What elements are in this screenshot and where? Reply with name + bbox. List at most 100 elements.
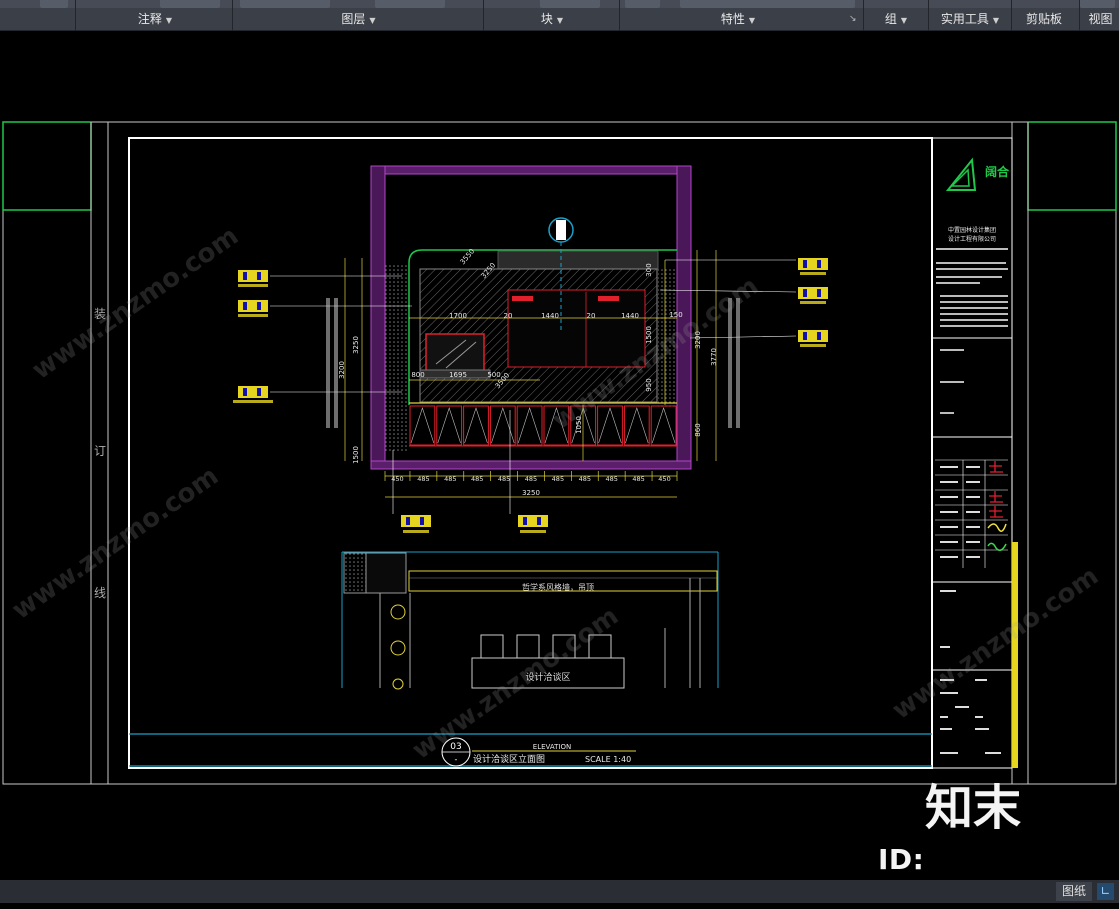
cabinet-swing-line <box>491 407 515 444</box>
cabinet-door <box>623 405 650 446</box>
section-column <box>343 552 367 594</box>
dim-text: 1695 <box>449 371 467 379</box>
company-name-line: 中置园林设计集团 <box>948 226 996 234</box>
drawing-svg: 装 订 线 阔合 中置园林设计集团 设计工程有限公司 03 - ELEVATIO… <box>2 121 1117 785</box>
dim-text: 3200 <box>338 361 346 379</box>
panel-groups-label: 组 <box>884 12 897 26</box>
bottom-dim-label: 485 <box>579 475 591 483</box>
company-name-line: 设计工程有限公司 <box>948 235 996 243</box>
panel-launcher-icon[interactable]: ↘ <box>849 14 857 24</box>
section-light-icon <box>390 640 406 656</box>
stone-texture-left <box>385 263 409 453</box>
dim-text: 1500 <box>352 446 360 464</box>
dim-text: 1440 <box>541 312 559 320</box>
drawing-number-sub: - <box>455 755 458 764</box>
ceiling-band-label: 哲学系风格墙，吊顶 <box>522 582 594 592</box>
signature-mark <box>987 542 1007 551</box>
cabinet-swing-line <box>437 407 461 444</box>
cabinet-door <box>489 405 516 446</box>
signature-marks <box>989 461 1003 518</box>
status-bar: 图纸 ∟ <box>0 880 1119 903</box>
ribbon-tool-stub[interactable] <box>680 0 855 8</box>
signature-mark <box>987 523 1007 532</box>
cabinet-door <box>409 405 436 446</box>
dim-text: 800 <box>411 371 424 379</box>
ribbon-tool-stub[interactable] <box>625 0 660 8</box>
dim-text: 860 <box>694 423 702 436</box>
panel-block-label: 块 <box>540 12 553 26</box>
logo-triangle-icon <box>950 168 970 187</box>
watermark-site: www.znzmo.com <box>7 461 224 626</box>
panel-annotate-label: 注释 <box>137 12 162 26</box>
dim-text: 3770 <box>710 348 718 366</box>
watermark-site: www.znzmo.com <box>887 561 1104 726</box>
drawing-title-cn: 设计洽谈区立面图 <box>473 753 545 765</box>
display-light-strip <box>598 296 619 301</box>
dim-text: 3250 <box>352 336 360 354</box>
ribbon-separator <box>1079 0 1080 30</box>
panel-annotate[interactable]: 注释 ▼ <box>80 9 230 29</box>
bottom-dim-label: 485 <box>552 475 564 483</box>
binding-label: 订 <box>94 444 106 458</box>
snap-grid-icon[interactable]: ∟ <box>1097 883 1114 900</box>
bottom-dim-label: 485 <box>605 475 617 483</box>
ribbon-tool-stub[interactable] <box>540 0 600 8</box>
cabinet-swing-line <box>410 407 435 444</box>
dim-text: 1440 <box>621 312 639 320</box>
panel-view-label: 视图 <box>1088 12 1113 26</box>
dim-text: 950 <box>645 378 653 391</box>
dim-overall-width: 3250 <box>522 489 540 497</box>
dim-text: 20 <box>504 312 513 320</box>
chevron-down-icon: ▼ <box>369 16 376 25</box>
drawing-scale: SCALE 1:40 <box>585 755 631 764</box>
display-light-strip <box>512 296 533 301</box>
ribbon-tools-strip <box>0 0 1119 8</box>
panel-groups[interactable]: 组 ▼ <box>866 9 926 29</box>
bottom-dim-label: 485 <box>632 475 644 483</box>
company-logo: 阔合 <box>945 157 1010 191</box>
bottom-dim-label: 450 <box>658 475 670 483</box>
ribbon-separator <box>483 0 484 30</box>
viewport-frame-right <box>1027 121 1117 211</box>
tv-frame <box>425 333 485 373</box>
panel-layers[interactable]: 图层 ▼ <box>236 9 481 29</box>
panel-properties[interactable]: 特性 ▼ <box>623 9 853 29</box>
cabinet-swing-line <box>517 407 542 444</box>
chevron-down-icon: ▼ <box>748 16 756 25</box>
panel-clipboard-label: 剪贴板 <box>1025 12 1062 26</box>
chevron-down-icon: ▼ <box>900 16 908 25</box>
cabinet-door <box>597 405 623 446</box>
signature-labels <box>940 466 1001 754</box>
chair-icon <box>480 634 504 659</box>
ribbon-tool-stub[interactable] <box>375 0 445 8</box>
ribbon-tool-stub[interactable] <box>160 0 220 8</box>
drawing-canvas[interactable]: 装 订 线 阔合 中置园林设计集团 设计工程有限公司 03 - ELEVATIO… <box>0 31 1119 880</box>
annotation-text-vertical <box>334 298 338 428</box>
panel-view[interactable]: 视图 <box>1082 9 1119 29</box>
ribbon-separator <box>928 0 929 30</box>
ribbon-tool-stub[interactable] <box>240 0 330 8</box>
panel-utilities[interactable]: 实用工具 ▼ <box>931 9 1009 29</box>
bottom-dim-label: 485 <box>525 475 537 483</box>
cabinet-swing-line <box>625 407 649 444</box>
elevation-main <box>370 165 692 470</box>
chevron-down-icon: ▼ <box>992 16 1000 25</box>
brand-watermark-logo: 知末 <box>925 780 1022 836</box>
ribbon-tool-stub[interactable] <box>40 0 68 8</box>
cabinet-swing-line <box>464 407 488 444</box>
layout-tab-paper[interactable]: 图纸 <box>1056 882 1093 901</box>
section-light-icon <box>390 604 406 620</box>
ribbon-separator <box>1011 0 1012 30</box>
panel-clipboard[interactable]: 剪贴板 <box>1014 9 1074 29</box>
bottom-dim-label: 485 <box>471 475 483 483</box>
ribbon-separator <box>75 0 76 30</box>
panel-block[interactable]: 块 ▼ <box>487 9 617 29</box>
bottom-dim-label: 485 <box>444 475 456 483</box>
ribbon-panel-bar: 注释 ▼ 图层 ▼ 块 ▼ 特性 ▼ ↘ 组 ▼ 实用工具 ▼ 剪贴板 视图 <box>0 0 1119 31</box>
bottom-dim-label: 485 <box>498 475 510 483</box>
ribbon-separator <box>619 0 620 30</box>
watermark-site: www.znzmo.com <box>407 601 624 766</box>
dim-text: 1700 <box>449 312 467 320</box>
ribbon-tool-stub[interactable] <box>1080 0 1115 8</box>
annotation-text-vertical <box>736 298 740 428</box>
